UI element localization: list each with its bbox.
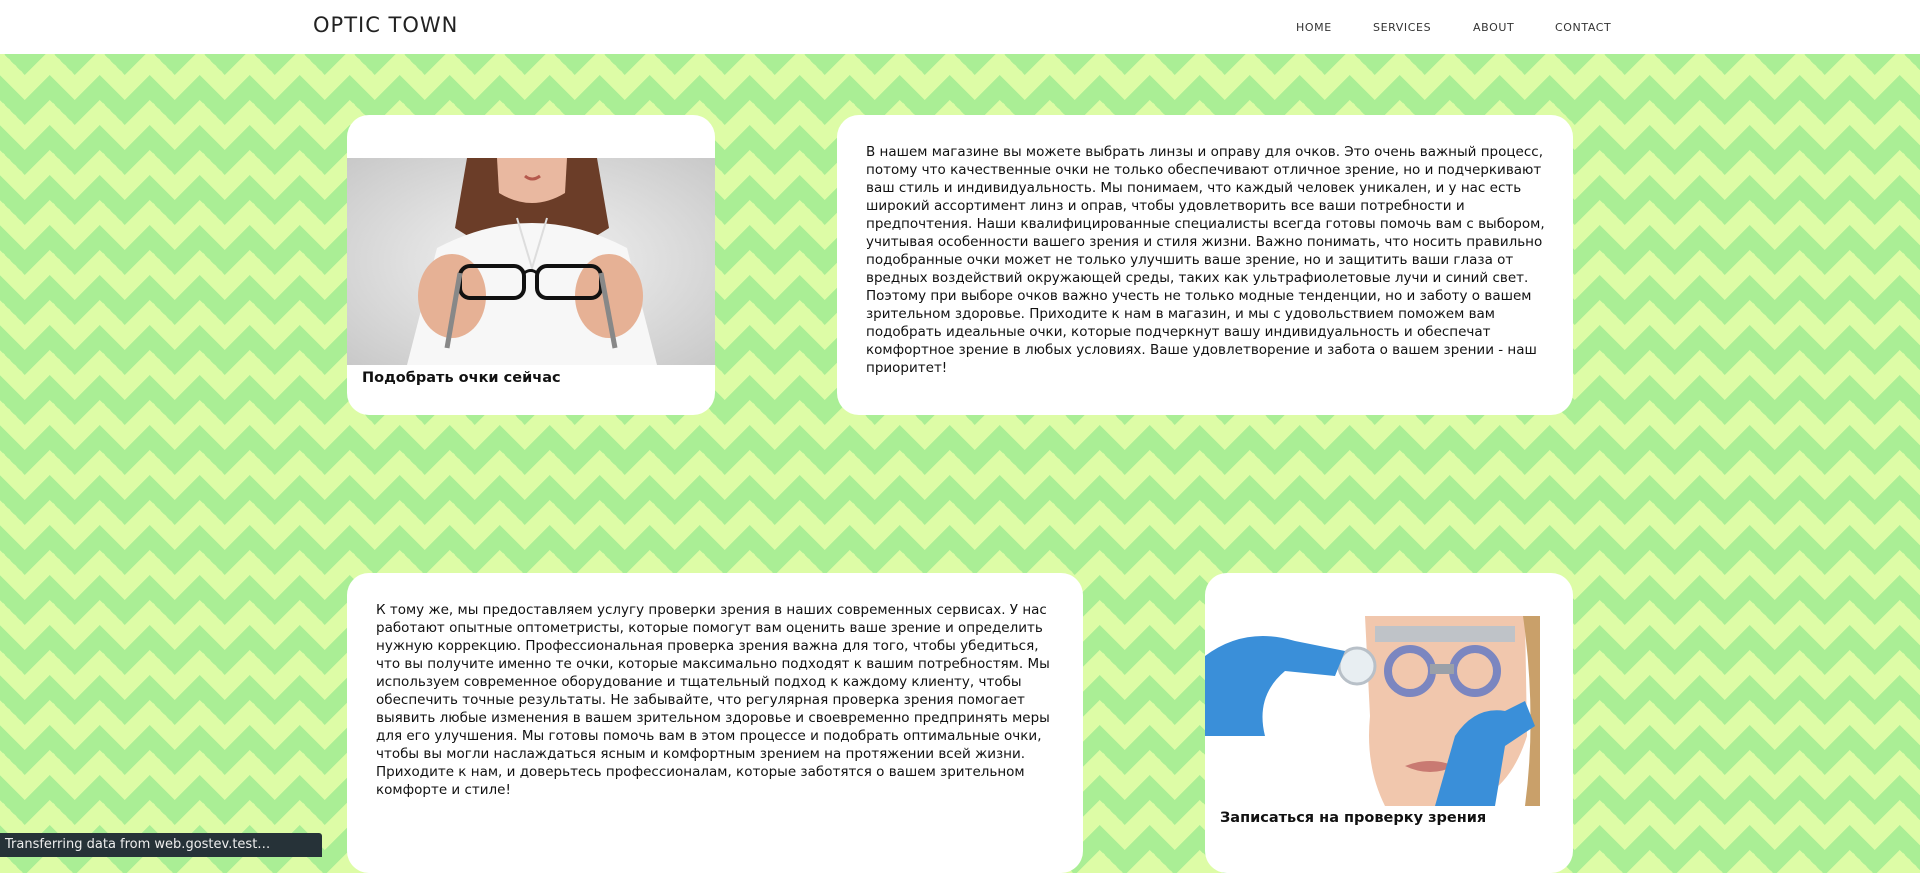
nav-link-about[interactable]: ABOUT [1473,21,1514,34]
eye-exam-info-card: К тому же, мы предоставляем услугу прове… [347,573,1083,873]
nav-link-home[interactable]: HOME [1296,21,1332,34]
book-eye-exam-link[interactable]: Записаться на проверку зрения [1220,810,1486,826]
glasses-image [347,158,715,365]
nav-link-contact[interactable]: CONTACT [1555,21,1611,34]
nav-link-services[interactable]: SERVICES [1373,21,1431,34]
store-info-card: В нашем магазине вы можете выбрать линзы… [837,115,1573,415]
top-navbar: OPTIC TOWN HOME SERVICES ABOUT CONTACT [0,0,1920,54]
eye-exam-info-text: К тому же, мы предоставляем услугу прове… [376,602,1050,798]
eye-exam-image [1205,616,1540,806]
brand-logo[interactable]: OPTIC TOWN [313,13,458,37]
choose-glasses-link[interactable]: Подобрать очки сейчас [362,370,561,386]
glasses-card: Подобрать очки сейчас [347,115,715,415]
store-info-text: В нашем магазине вы можете выбрать линзы… [866,144,1545,376]
eye-exam-card: Записаться на проверку зрения [1205,573,1573,873]
browser-status-bar: Transferring data from web.gostev.test… [0,833,322,857]
